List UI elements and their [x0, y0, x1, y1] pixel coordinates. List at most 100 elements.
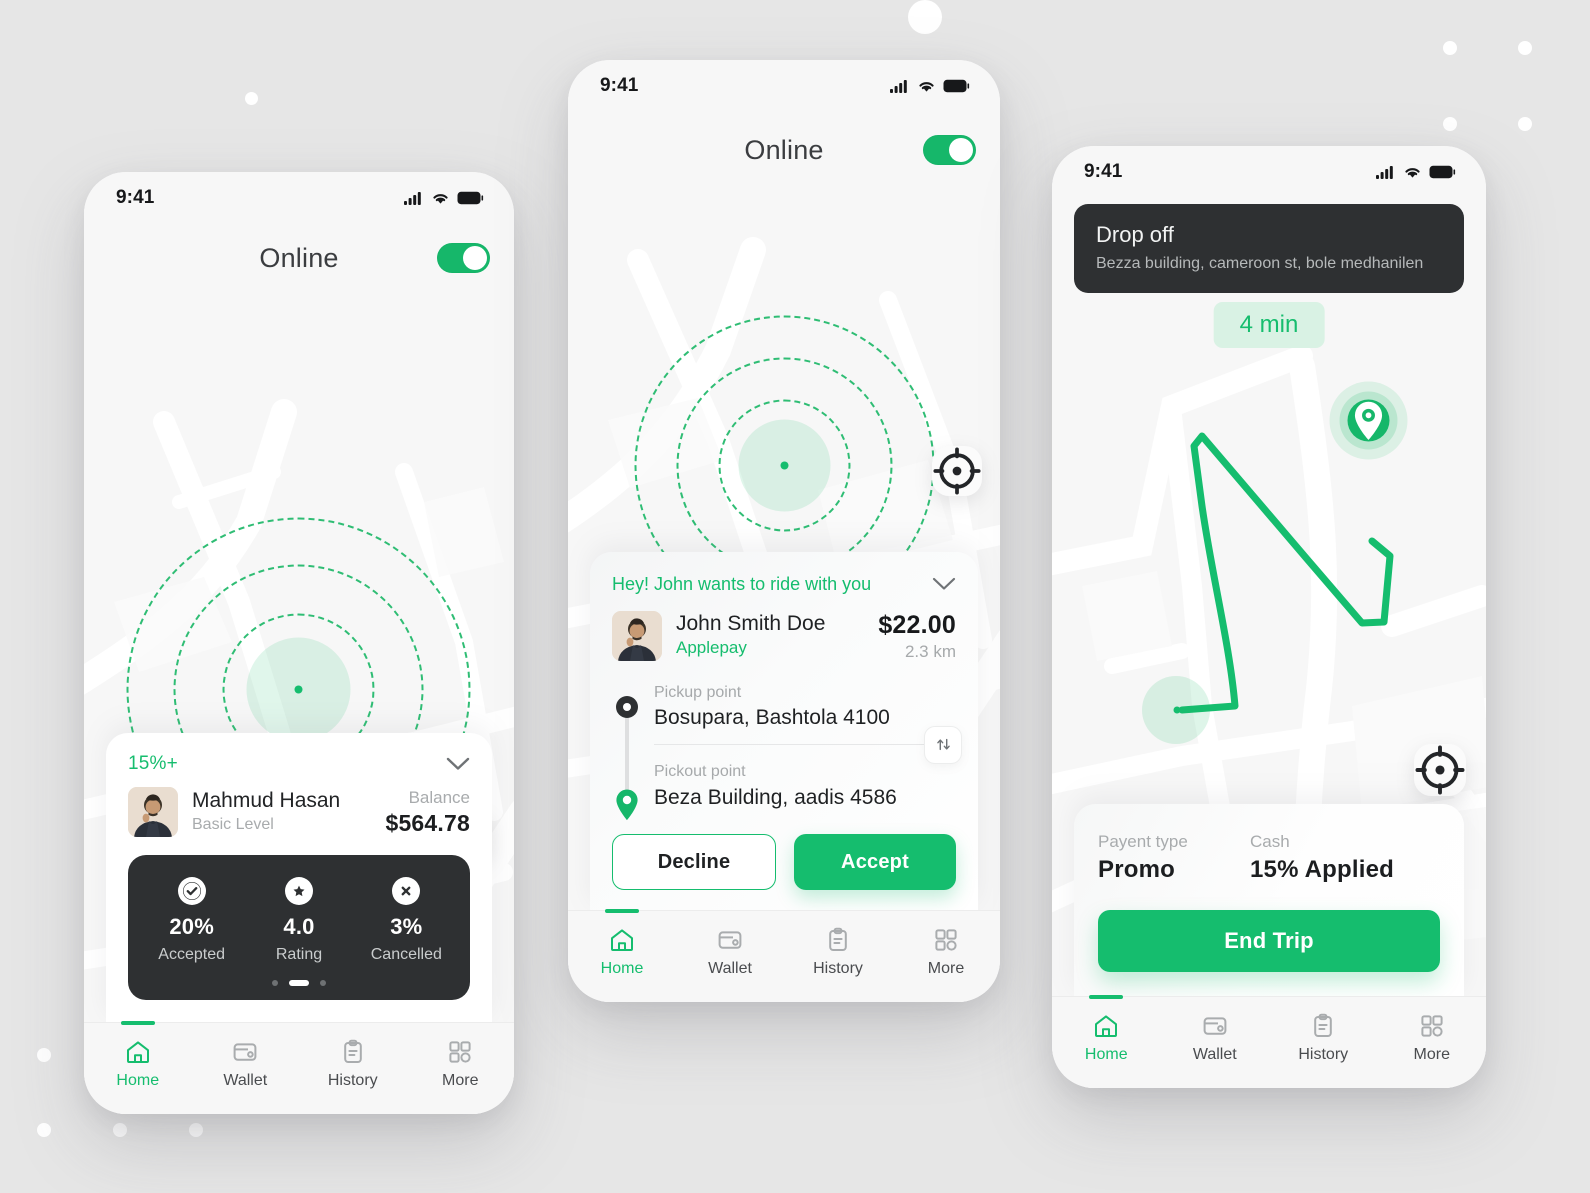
grid-icon	[449, 1041, 471, 1063]
dropoff-title: Drop off	[1096, 222, 1174, 247]
bottom-navigation: Home Wallet History More	[1052, 996, 1486, 1088]
payment-row: Payent type Promo Cash 15% Applied	[1098, 830, 1440, 884]
status-icons	[890, 79, 970, 93]
home-icon	[1095, 1015, 1118, 1037]
wifi-icon	[433, 194, 448, 204]
end-trip-button[interactable]: End Trip	[1098, 910, 1440, 972]
chevron-down-icon[interactable]	[932, 577, 956, 591]
nav-item-history[interactable]: History	[1269, 997, 1378, 1064]
star-circle-icon	[284, 877, 313, 905]
cash-label: Cash	[1250, 832, 1290, 852]
stat-value: 20%	[169, 914, 214, 939]
bg-dot	[245, 92, 258, 105]
nav-item-home[interactable]: Home	[1052, 997, 1161, 1064]
stat-rating: 4.0 Rating	[245, 877, 352, 964]
map-pin-icon	[614, 788, 640, 827]
grid-icon	[935, 929, 957, 951]
payment-type-block: Payent type Promo	[1098, 830, 1250, 884]
cellular-signal-icon	[890, 80, 907, 93]
nav-label: Home	[600, 960, 644, 977]
nav-item-more[interactable]: More	[407, 1023, 515, 1090]
locate-me-button[interactable]	[1414, 744, 1466, 796]
eta-text: 4 min	[1239, 311, 1299, 338]
stat-value: 4.0	[283, 914, 315, 939]
nav-item-home[interactable]: Home	[84, 1023, 192, 1090]
accept-button[interactable]: Accept	[794, 834, 956, 890]
nav-item-more[interactable]: More	[1378, 997, 1487, 1064]
status-time: 9:41	[600, 75, 639, 96]
status-icons	[404, 191, 484, 205]
decline-button[interactable]: Decline	[612, 834, 776, 890]
nav-label: More	[1413, 1046, 1450, 1063]
dropoff-label: Pickout point	[654, 763, 746, 781]
payment-type-label: Payent type	[1098, 832, 1188, 852]
driver-name: Mahmud Hasan	[192, 789, 341, 813]
battery-icon	[1429, 165, 1456, 179]
wifi-icon	[1405, 168, 1420, 178]
phone-screen-trip: 9:41 Drop off Bezza building, cameroon s…	[1052, 146, 1486, 1088]
stat-cancelled: 3% Cancelled	[353, 877, 460, 964]
cash-value: 15% Applied	[1250, 856, 1395, 883]
bg-dot	[908, 0, 942, 34]
x-circle-icon	[392, 877, 421, 905]
nav-item-home[interactable]: Home	[568, 911, 676, 978]
ride-request-card: Hey! John wants to ride with you John Sm…	[590, 551, 978, 910]
online-toggle[interactable]	[923, 135, 976, 165]
route-connector	[625, 705, 629, 798]
stat-label: Cancelled	[370, 946, 442, 963]
clipboard-icon	[829, 927, 847, 951]
payment-method: Applepay	[676, 638, 747, 658]
bottom-navigation: Home Wallet History More	[568, 910, 1000, 1002]
wallet-icon	[718, 931, 742, 949]
driver-stats-panel: 20% Accepted 4.0 Rating 3% Cancelled	[128, 855, 470, 1000]
nav-label: More	[927, 960, 965, 977]
bg-dot	[1443, 41, 1457, 55]
avatar	[612, 610, 662, 661]
request-headline: Hey! John wants to ride with you	[612, 573, 872, 594]
locate-target-icon	[933, 447, 981, 495]
dropoff-value: Beza Building, aadis 4586	[654, 785, 897, 809]
swap-vertical-icon[interactable]	[924, 725, 962, 764]
page-title: Online	[744, 134, 824, 165]
nav-item-wallet[interactable]: Wallet	[192, 1023, 300, 1090]
grid-icon	[1421, 1015, 1443, 1037]
status-icons	[1376, 165, 1456, 179]
status-bar: 9:41	[84, 172, 514, 224]
bottom-navigation: Home Wallet History More	[84, 1022, 514, 1114]
nav-item-history[interactable]: History	[299, 1023, 407, 1090]
eta-badge: 4 min	[1213, 302, 1325, 348]
phone-screen-ride-request: 9:41 Online Hey! John wants to ride with…	[568, 60, 1000, 1002]
nav-label: Wallet	[223, 1072, 268, 1089]
locate-target-icon	[1415, 745, 1465, 795]
dropoff-block: Pickout point Beza Building, aadis 4586	[654, 761, 956, 812]
chevron-down-icon[interactable]	[446, 757, 470, 771]
clipboard-icon	[343, 1039, 362, 1063]
locate-me-button[interactable]	[932, 446, 982, 496]
carousel-pager[interactable]	[138, 980, 460, 986]
wallet-icon	[233, 1043, 257, 1061]
nav-item-wallet[interactable]: Wallet	[676, 911, 784, 978]
cellular-signal-icon	[1376, 166, 1393, 179]
check-circle-icon	[177, 877, 206, 905]
pickup-dot-icon	[616, 695, 638, 718]
nav-label: Home	[1084, 1046, 1128, 1063]
map-pin-icon	[1347, 399, 1389, 441]
bg-dot	[1518, 117, 1532, 131]
nav-item-wallet[interactable]: Wallet	[1161, 997, 1270, 1064]
balance-label: Balance	[408, 788, 470, 808]
online-toggle[interactable]	[437, 243, 490, 273]
bg-dot	[189, 1123, 203, 1137]
online-header: Online	[84, 224, 514, 292]
phone-screen-home: 9:41 Online 15%+ Mahmud Hasan Basic Leve…	[84, 172, 514, 1114]
request-header: Hey! John wants to ride with you	[612, 574, 956, 595]
driver-summary-card: 15%+ Mahmud Hasan Basic Level Balance $5…	[106, 733, 492, 1022]
payment-summary-card: Payent type Promo Cash 15% Applied End T…	[1074, 804, 1464, 996]
destination-marker[interactable]	[1329, 381, 1407, 459]
nav-item-history[interactable]: History	[784, 911, 892, 978]
nav-item-more[interactable]: More	[892, 911, 1000, 978]
driver-identity: Mahmud Hasan Basic Level	[128, 787, 340, 837]
bg-dot	[113, 1123, 127, 1137]
dropoff-banner: Drop off Bezza building, cameroon st, bo…	[1074, 204, 1464, 293]
route-divider	[654, 725, 962, 764]
route-block: Pickup point Bosupara, Bashtola 4100 Pic…	[612, 682, 962, 820]
